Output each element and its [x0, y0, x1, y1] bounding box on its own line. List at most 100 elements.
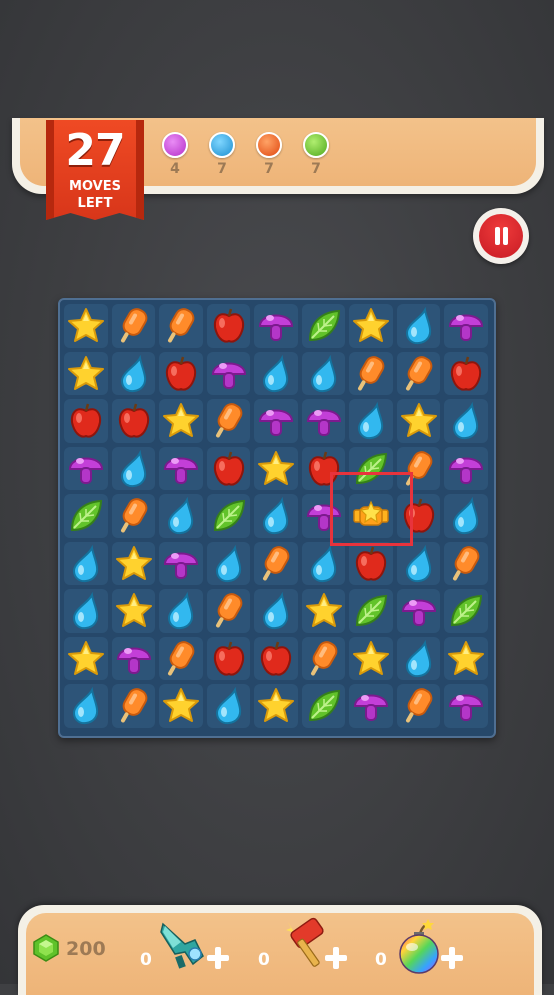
tile-star[interactable]: [347, 635, 395, 683]
tile-mushroom[interactable]: [442, 302, 490, 350]
tile-star[interactable]: [252, 682, 300, 730]
tile-star[interactable]: [157, 397, 205, 445]
tile-drop[interactable]: [62, 587, 110, 635]
star-icon: [68, 640, 104, 675]
tile-mushroom[interactable]: [442, 682, 490, 730]
tile-popsicle[interactable]: [157, 635, 205, 683]
tile-drop[interactable]: [252, 587, 300, 635]
tile-apple[interactable]: [205, 302, 253, 350]
tile-popsicle[interactable]: [110, 302, 158, 350]
tile-drop[interactable]: [347, 397, 395, 445]
tile-apple[interactable]: [252, 635, 300, 683]
tile-star[interactable]: [395, 397, 443, 445]
apple-icon: [260, 641, 292, 676]
popsicle-icon: [120, 688, 147, 723]
rainbow-bomb-icon[interactable]: [396, 918, 442, 976]
apple-icon: [355, 546, 387, 581]
tile-popsicle[interactable]: [205, 397, 253, 445]
tile-drop[interactable]: [110, 445, 158, 493]
tile-popsicle[interactable]: [395, 682, 443, 730]
moves-count: 27: [65, 125, 125, 176]
tile-star[interactable]: [110, 587, 158, 635]
tile-leaf[interactable]: [347, 587, 395, 635]
tile-drop[interactable]: [205, 540, 253, 588]
tile-drop[interactable]: [442, 492, 490, 540]
hammer-count: 0: [258, 950, 270, 970]
tile-mushroom[interactable]: [442, 445, 490, 493]
popsicle-icon: [215, 403, 242, 438]
tile-leaf[interactable]: [442, 587, 490, 635]
tile-popsicle[interactable]: [300, 635, 348, 683]
popsicle-icon: [167, 640, 195, 675]
tile-leaf[interactable]: [62, 492, 110, 540]
tile-mushroom[interactable]: [252, 302, 300, 350]
tile-star[interactable]: [110, 540, 158, 588]
tile-drop[interactable]: [395, 302, 443, 350]
tile-star[interactable]: [62, 350, 110, 398]
tile-apple[interactable]: [205, 635, 253, 683]
add-freeze-gun-button[interactable]: [207, 947, 229, 969]
add-bomb-button[interactable]: [441, 947, 463, 969]
tile-drop[interactable]: [300, 350, 348, 398]
apple-icon: [213, 308, 244, 343]
tile-star[interactable]: [300, 587, 348, 635]
tile-popsicle[interactable]: [205, 587, 253, 635]
tile-popsicle[interactable]: [110, 492, 158, 540]
tile-drop[interactable]: [395, 540, 443, 588]
tile-popsicle[interactable]: [110, 682, 158, 730]
tile-mushroom[interactable]: [252, 397, 300, 445]
tile-leaf[interactable]: [300, 682, 348, 730]
hammer-icon[interactable]: [282, 916, 330, 974]
tile-mushroom[interactable]: [157, 445, 205, 493]
tile-mushroom[interactable]: [395, 587, 443, 635]
tile-star[interactable]: [62, 635, 110, 683]
mushroom-icon: [401, 599, 436, 626]
tile-drop[interactable]: [252, 492, 300, 540]
tile-popsicle[interactable]: [395, 350, 443, 398]
goal-purple: 4: [160, 132, 190, 176]
drop-icon: [72, 544, 99, 582]
tile-star[interactable]: [442, 635, 490, 683]
popsicle-icon: [263, 545, 290, 580]
tile-drop[interactable]: [62, 540, 110, 588]
leaf-icon: [355, 594, 388, 627]
tile-drop[interactable]: [205, 682, 253, 730]
tile-leaf[interactable]: [205, 492, 253, 540]
tile-apple[interactable]: [347, 540, 395, 588]
apple-icon: [213, 451, 244, 486]
tile-star[interactable]: [62, 302, 110, 350]
tile-star[interactable]: [252, 445, 300, 493]
tile-apple[interactable]: [62, 397, 110, 445]
tile-drop[interactable]: [395, 635, 443, 683]
tile-mushroom[interactable]: [347, 682, 395, 730]
selected-tile-highlight: [330, 472, 413, 546]
tile-star[interactable]: [347, 302, 395, 350]
add-hammer-button[interactable]: [325, 947, 347, 969]
tile-drop[interactable]: [442, 397, 490, 445]
freeze-gun-icon[interactable]: [155, 918, 207, 972]
tile-popsicle[interactable]: [252, 540, 300, 588]
tile-popsicle[interactable]: [157, 302, 205, 350]
tile-drop[interactable]: [62, 682, 110, 730]
star-icon: [258, 450, 294, 485]
tile-mushroom[interactable]: [62, 445, 110, 493]
tile-drop[interactable]: [157, 492, 205, 540]
tile-leaf[interactable]: [300, 302, 348, 350]
tile-popsicle[interactable]: [347, 350, 395, 398]
tile-star[interactable]: [157, 682, 205, 730]
tile-apple[interactable]: [205, 445, 253, 493]
drop-icon: [262, 591, 289, 630]
tile-mushroom[interactable]: [205, 350, 253, 398]
tile-mushroom[interactable]: [300, 397, 348, 445]
tile-mushroom[interactable]: [157, 540, 205, 588]
tile-popsicle[interactable]: [442, 540, 490, 588]
tile-drop[interactable]: [300, 540, 348, 588]
tile-apple[interactable]: [157, 350, 205, 398]
tile-drop[interactable]: [252, 350, 300, 398]
tile-apple[interactable]: [442, 350, 490, 398]
tile-drop[interactable]: [110, 350, 158, 398]
tile-mushroom[interactable]: [110, 635, 158, 683]
pause-button[interactable]: [473, 208, 529, 264]
tile-drop[interactable]: [157, 587, 205, 635]
tile-apple[interactable]: [110, 397, 158, 445]
